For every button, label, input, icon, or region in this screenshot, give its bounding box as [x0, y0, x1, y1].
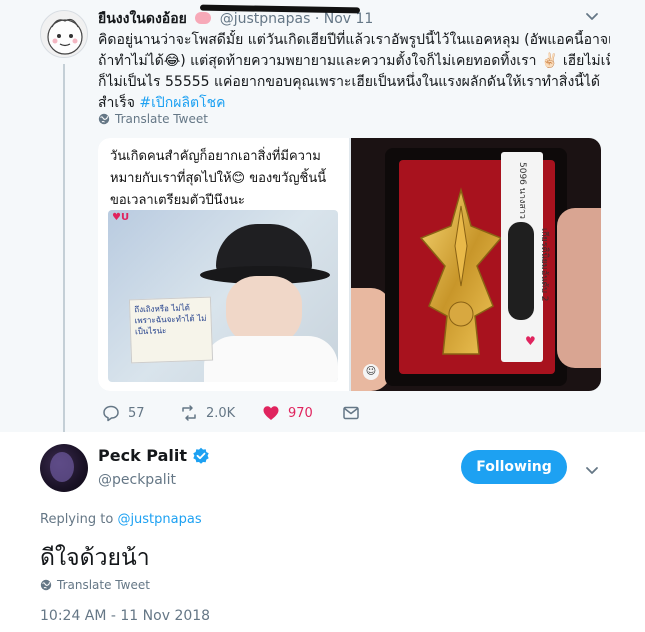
media-tag-badge[interactable]: ☺ [363, 364, 379, 380]
retweet-count: 2.0K [206, 405, 236, 421]
replying-to: Replying to @justpnapas [40, 512, 202, 527]
retweet-button[interactable]: 2.0K [180, 404, 235, 422]
translate-label: Translate Tweet [57, 578, 150, 592]
heart-doodle: ♥ [525, 334, 536, 348]
parent-display-name[interactable]: ยืนงงในดงอ้อย [98, 11, 187, 27]
main-display-name-row[interactable]: Peck Palit [98, 446, 210, 465]
label-tag-text-2: เกียรตินิยมอันดับ 2 [539, 228, 549, 302]
reply-count: 57 [128, 405, 145, 421]
translate-label: Translate Tweet [115, 112, 208, 126]
direct-message-button[interactable] [342, 404, 360, 422]
parent-date[interactable]: Nov 11 [324, 11, 374, 27]
media-image-left[interactable]: วันเกิดคนสำคัญก็อยากเอาสิ่งที่มีความ หมา… [98, 138, 349, 391]
tweet-text-prefix: สำเร็จ [98, 95, 140, 111]
main-handle[interactable]: @peckpalit [98, 472, 176, 488]
cartoon-face-icon [47, 18, 83, 55]
redacted-blot [508, 222, 534, 320]
main-tweet: Peck Palit @peckpalit Following Replying… [0, 432, 645, 632]
heart-icon [263, 406, 279, 420]
image-caption-line: ขอเวลาเตรียมตัวปีนึงนะ [110, 193, 245, 208]
chevron-down-icon[interactable] [584, 462, 600, 478]
tweet-text-line: ก็ไม่เป็นไร 55555 แค่อยากขอบคุณเพราะเฮีย… [98, 74, 600, 90]
photo-person-with-hat: ♥U ถึงเถิงหรือ ไม่ได้ เพราะฉันจะทำได้ ไม… [108, 210, 338, 382]
mail-icon [343, 406, 359, 420]
media-image-right[interactable]: 5096 นางสาว เกียรตินิยมอันดับ 2 ♥ ☺ [351, 138, 601, 391]
retweet-icon [182, 405, 196, 421]
image-caption-line: วันเกิดคนสำคัญก็อยากเอาสิ่งที่มีความ [110, 149, 321, 164]
hashtag-link[interactable]: #เปิกผลิตโชค [139, 95, 225, 111]
main-tweet-text: ดีใจด้วยน้า [40, 545, 150, 571]
like-count: 970 [288, 405, 313, 421]
gold-amulet-icon [419, 187, 503, 355]
media-grid: วันเกิดคนสำคัญก็อยากเอาสิ่งที่มีความ หมา… [98, 138, 601, 391]
parent-handle[interactable]: @justpnapas [220, 11, 311, 27]
parent-tweet-text: คิดอยู่นานว่าจะโพสดีมั้ย แต่วันเกิดเฮียป… [98, 30, 610, 114]
replying-prefix: Replying to [40, 512, 118, 527]
avatar[interactable] [40, 10, 88, 58]
thread-connector-line [63, 64, 65, 436]
chevron-down-icon[interactable] [584, 8, 600, 24]
main-display-name: Peck Palit [98, 446, 187, 465]
pig-emoji-icon [195, 12, 212, 24]
separator-dot: · [314, 11, 320, 27]
hand-shape [557, 208, 601, 368]
reply-button[interactable]: 57 [102, 404, 145, 422]
tweet-text-line: ถ้าทำไม่ได้😂) แต่สุดท้ายความพยายามและควา… [98, 53, 610, 69]
translate-tweet-link[interactable]: Translate Tweet [98, 112, 208, 126]
label-tag-text: 5096 นางสาว [517, 162, 527, 219]
like-button[interactable]: 970 [262, 404, 313, 422]
globe-icon [40, 579, 52, 591]
globe-icon [98, 113, 110, 125]
tweet-text-line: คิดอยู่นานว่าจะโพสดีมั้ย แต่วันเกิดเฮียป… [98, 32, 610, 48]
replying-handle-link[interactable]: @justpnapas [117, 512, 201, 527]
translate-tweet-link[interactable]: Translate Tweet [40, 578, 150, 592]
tweet-text-line-last: สำเร็จ #เปิกผลิตโชค [98, 93, 610, 114]
tweet-timestamp[interactable]: 10:24 AM - 11 Nov 2018 [40, 608, 210, 624]
avatar-highlight [50, 452, 74, 482]
parent-tweet[interactable]: ยืนงงในดงอ้อย @justpnapas · Nov 11 คิดอย… [0, 0, 645, 436]
handwritten-card: ถึงเถิงหรือ ไม่ได้ เพราะฉันจะทำได้ ไม่เป… [128, 296, 214, 364]
image-caption: วันเกิดคนสำคัญก็อยากเอาสิ่งที่มีความ หมา… [110, 146, 342, 212]
avatar[interactable] [40, 444, 88, 492]
tweet-actions: 57 2.0K 970 [98, 404, 498, 426]
image-caption-line: หมายกับเราที่สุดไปให้😊 ของขวัญชิ้นนี้ [110, 171, 327, 186]
heart-sticker: ♥U [112, 212, 130, 223]
shirt-shape [204, 336, 338, 382]
reply-icon [103, 405, 119, 422]
following-button[interactable]: Following [461, 450, 567, 484]
verified-badge-icon [193, 447, 209, 464]
